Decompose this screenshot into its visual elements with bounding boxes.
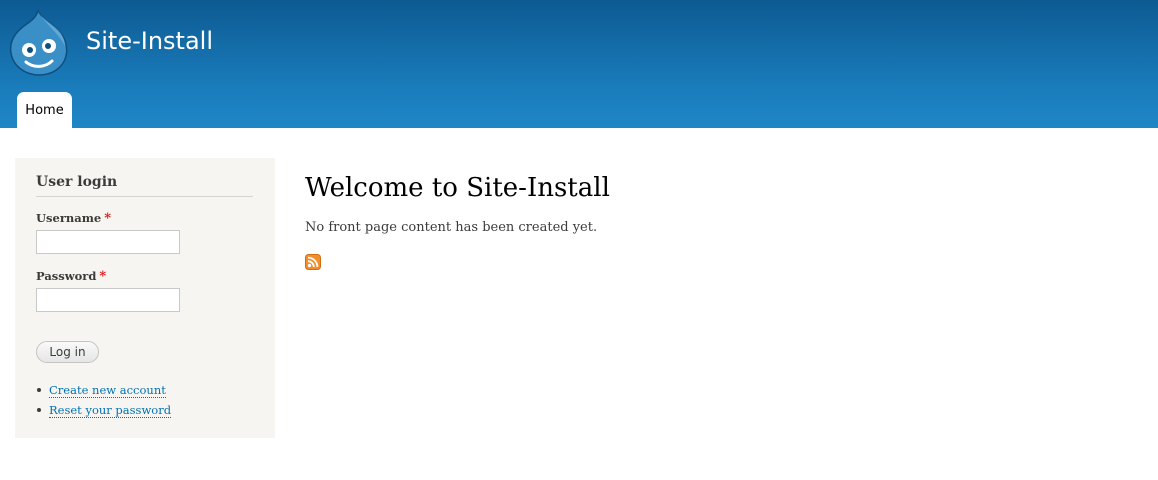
block-title: User login (36, 174, 253, 197)
username-label: Username * (36, 211, 111, 226)
front-page-message: No front page content has been created y… (305, 220, 598, 235)
password-label: Password * (36, 269, 106, 284)
tab-home[interactable]: Home (17, 92, 72, 128)
user-login-block: User login Username * Password * Log in Cr… (15, 158, 275, 438)
rss-feed-icon[interactable] (305, 254, 321, 270)
list-item: Reset your password (36, 402, 172, 422)
login-button[interactable]: Log in (36, 341, 99, 363)
password-input[interactable] (36, 288, 180, 312)
site-header: Site-Install Home (0, 0, 1158, 128)
list-item: Create new account (36, 382, 171, 402)
reset-password-link[interactable]: Reset your password (49, 403, 172, 418)
drupal-logo-icon[interactable] (8, 8, 70, 76)
username-input[interactable] (36, 230, 180, 254)
required-marker: * (104, 211, 111, 226)
username-label-text: Username (36, 211, 102, 225)
password-label-text: Password (36, 269, 97, 283)
page-title: Welcome to Site-Install (305, 173, 610, 203)
site-name-link[interactable]: Site-Install (86, 27, 213, 55)
required-marker: * (99, 269, 107, 284)
create-account-link[interactable]: Create new account (49, 383, 166, 398)
login-links: Create new account Reset your password (36, 382, 172, 422)
